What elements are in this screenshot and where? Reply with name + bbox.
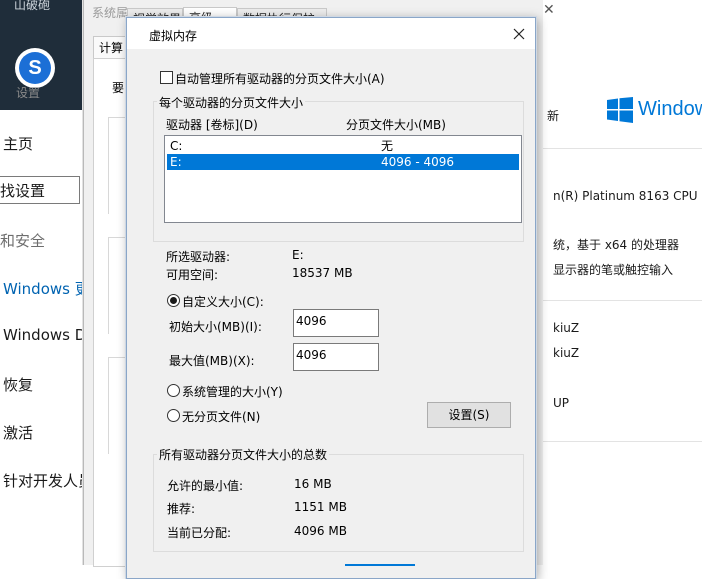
full-computer-name-value: kiuZ [553,346,580,360]
info-divider [543,148,702,149]
system-info-panel: ✕ 新 Windows n(R) Platinum 8163 CPU @ 统，基… [543,0,702,565]
pen-touch-value: 显示器的笔或触控输入 [553,263,674,277]
virtual-memory-dialog: 虚拟内存 自动管理所有驱动器的分页文件大小(A) 每个驱动器的分页文件大小 驱动… [126,17,536,579]
computer-name-value: kiuZ [553,321,580,335]
max-size-label: 最大值(MB)(X): [169,354,255,368]
info-divider [543,441,702,442]
min-allowed-label: 允许的最小值: [167,479,244,493]
set-button[interactable]: 设置(S) [427,402,511,428]
selected-drive-label: 所选驱动器: [166,250,231,264]
system-properties-title: 系统属 [92,6,129,20]
currently-allocated-label: 当前已分配: [167,526,232,540]
settings-header-title: 山破砲 [14,0,51,12]
nav-activation[interactable]: 激活 [3,422,33,443]
initial-size-input[interactable]: 4096 [293,309,379,337]
drive-list[interactable]: C: 无 E: 4096 - 4096 [164,135,522,223]
recommended-value: 1151 MB [294,500,347,514]
windows-brand-text: Windows [638,98,702,120]
drive-page-size: 无 [381,139,394,153]
auto-manage-label: 自动管理所有驱动器的分页文件大小(A) [175,72,385,86]
nav-windows-defender[interactable]: Windows D [3,326,86,344]
system-managed-radio[interactable] [167,384,180,397]
nav-home[interactable]: 主页 [3,133,33,154]
max-size-input[interactable]: 4096 [293,343,379,371]
dialog-titlebar: 虚拟内存 [127,18,535,49]
section-heading: 和安全 [0,232,46,250]
no-paging-file-label: 无分页文件(N) [182,410,261,424]
drive-row-selected[interactable]: E: 4096 - 4096 [167,154,519,170]
processor-value: n(R) Platinum 8163 CPU @ [553,189,702,203]
drive-letter: E: [170,155,182,169]
custom-size-label: 自定义大小(C): [182,295,264,309]
auto-manage-checkbox[interactable] [160,71,173,84]
settings-header: 山破砲 S 设置 [0,0,82,110]
system-managed-label: 系统管理的大小(Y) [182,385,283,399]
dialog-title: 虚拟内存 [149,29,198,43]
info-divider [543,300,702,301]
nav-for-developers[interactable]: 针对开发人员 [3,470,93,491]
drive-letter: C: [170,139,183,153]
brand-logo-letter: S [19,52,51,84]
tab-computer-name[interactable]: 计算 [93,36,130,59]
background-close-icon[interactable]: ✕ [543,2,555,18]
no-paging-file-radio[interactable] [167,409,180,422]
workgroup-value: UP [553,396,570,410]
info-text: 新 [547,109,560,123]
currently-allocated-value: 4096 MB [294,524,347,538]
drive-column-header: 驱动器 [卷标](D) [166,118,258,132]
per-drive-group-title: 每个驱动器的分页文件大小 [157,94,306,111]
min-allowed-value: 16 MB [294,477,332,491]
brand-logo-icon: S [15,48,55,88]
free-space-label: 可用空间: [166,268,219,282]
nav-windows-update[interactable]: Windows 更 [3,278,90,299]
close-button[interactable] [507,22,531,46]
groupbox-fragment [108,117,127,214]
free-space-value: 18537 MB [292,266,353,280]
size-column-header: 分页文件大小(MB) [346,118,446,132]
ok-button-focus-edge[interactable] [345,564,415,566]
initial-size-label: 初始大小(MB)(I): [169,320,262,334]
drive-page-size: 4096 - 4096 [381,155,455,169]
groupbox-fragment [108,237,127,334]
selected-drive-value: E: [292,248,304,262]
settings-window: 山破砲 S 设置 主页 找设置 和安全 Windows 更 Windows D … [0,0,93,565]
system-type-value: 统，基于 x64 的处理器 [553,238,680,252]
drive-row[interactable]: C: 无 [167,138,519,154]
totals-group-title: 所有驱动器分页文件大小的总数 [157,446,330,463]
groupbox-fragment [108,357,127,454]
recommended-label: 推荐: [167,502,196,516]
settings-title: 设置 [16,86,41,100]
custom-size-radio[interactable] [167,294,180,307]
windows-logo-icon [607,97,633,123]
settings-search-input[interactable]: 找设置 [0,176,80,204]
nav-recovery[interactable]: 恢复 [3,374,33,395]
close-icon [513,28,525,40]
fragment-text: 要 [112,81,125,95]
